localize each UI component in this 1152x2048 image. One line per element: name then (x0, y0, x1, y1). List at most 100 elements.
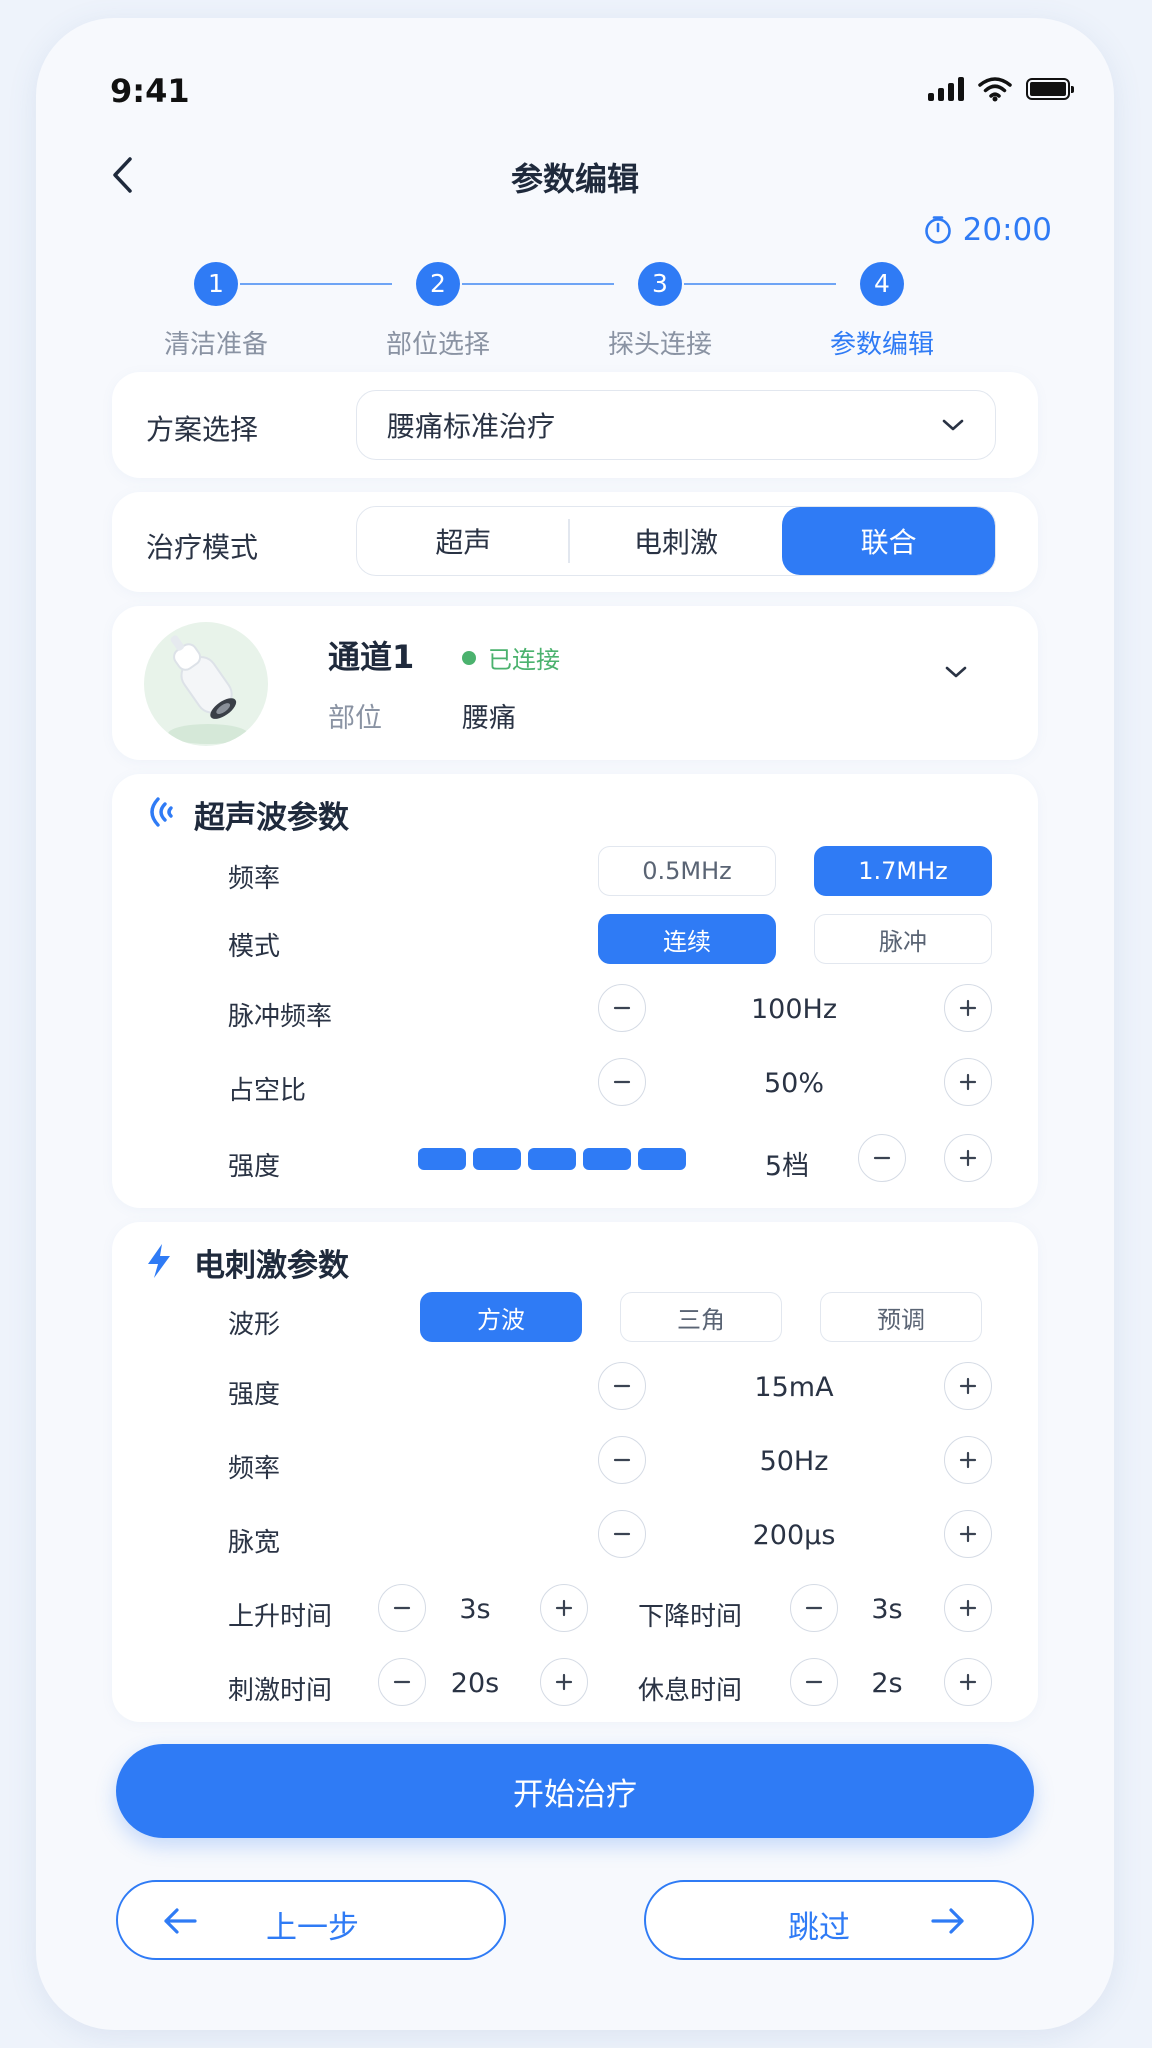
param-value: 200μs (752, 1520, 836, 1551)
plan-select[interactable]: 腰痛标准治疗 (356, 390, 996, 460)
param-label: 休息时间 (638, 1676, 743, 1706)
minus-icon (613, 1006, 631, 1010)
waveform-option-preset[interactable]: 预调 (820, 1292, 982, 1342)
part-value: 腰痛 (462, 703, 516, 734)
step-label: 部位选择 (385, 330, 490, 360)
decrease-button[interactable] (790, 1584, 838, 1632)
minus-icon (613, 1458, 631, 1462)
ultrasound-wave-icon (150, 797, 173, 827)
step-number: 2 (416, 262, 460, 306)
increase-button[interactable] (540, 1584, 588, 1632)
decrease-button[interactable] (598, 1510, 646, 1558)
section-title: 电刺激参数 (194, 1248, 349, 1284)
param-value: 100Hz (750, 994, 837, 1025)
decrease-button[interactable] (378, 1658, 426, 1706)
intensity-level-bar (418, 1148, 466, 1170)
increase-button[interactable] (944, 984, 992, 1032)
param-label: 模式 (228, 932, 281, 962)
status-dot-icon (462, 650, 476, 665)
frequency-option-1-7mhz[interactable]: 1.7MHz (814, 846, 992, 896)
us-mode-option-continuous[interactable]: 连续 (598, 914, 776, 964)
param-label: 强度 (228, 1380, 281, 1410)
param-label: 下降时间 (638, 1602, 743, 1632)
mode-option-estim[interactable]: 电刺激 (570, 507, 783, 575)
waveform-option-triangle[interactable]: 三角 (620, 1292, 782, 1342)
step-label: 参数编辑 (829, 330, 934, 360)
param-value: 50Hz (759, 1446, 829, 1477)
channel-card[interactable]: 通道1 已连接 部位 腰痛 (112, 606, 1038, 760)
intensity-level-bar (473, 1148, 521, 1170)
plus-icon (959, 999, 977, 1017)
countdown-timer: 20:00 (923, 212, 1052, 248)
chevron-down-icon (942, 419, 964, 431)
step-1[interactable]: 1 清洁准备 (126, 262, 306, 361)
skip-label: 跳过 (788, 1910, 850, 1946)
increase-button[interactable] (944, 1058, 992, 1106)
probe-image (144, 622, 268, 746)
signal-icon (928, 77, 964, 101)
decrease-button[interactable] (598, 984, 646, 1032)
param-value: 2s (871, 1668, 903, 1699)
plus-icon (959, 1451, 977, 1469)
part-label: 部位 (328, 703, 382, 734)
status-icons (928, 76, 1074, 102)
param-label: 波形 (228, 1310, 281, 1340)
step-label: 探头连接 (607, 330, 712, 360)
decrease-button[interactable] (790, 1658, 838, 1706)
minus-icon (613, 1532, 631, 1536)
step-2[interactable]: 2 部位选择 (348, 262, 528, 361)
minus-icon (805, 1680, 823, 1684)
param-label: 占空比 (228, 1076, 307, 1106)
lightning-icon (148, 1244, 170, 1278)
increase-button[interactable] (540, 1658, 588, 1706)
connection-status: 已连接 (462, 640, 560, 675)
minus-icon (873, 1156, 891, 1160)
mode-segmented-control: 超声 电刺激 联合 (356, 506, 996, 576)
plan-card: 方案选择 腰痛标准治疗 (112, 372, 1038, 478)
intensity-level-bar (638, 1148, 686, 1170)
frequency-option-0-5mhz[interactable]: 0.5MHz (598, 846, 776, 896)
plus-icon (959, 1073, 977, 1091)
minus-icon (393, 1606, 411, 1610)
decrease-button[interactable] (598, 1436, 646, 1484)
plus-icon (555, 1599, 573, 1617)
decrease-button[interactable] (598, 1058, 646, 1106)
decrease-button[interactable] (378, 1584, 426, 1632)
previous-step-label: 上一步 (266, 1910, 359, 1946)
previous-step-button[interactable]: 上一步 (116, 1880, 506, 1960)
param-label: 脉冲频率 (228, 1002, 333, 1032)
mode-option-ultrasound[interactable]: 超声 (357, 507, 570, 575)
increase-button[interactable] (944, 1584, 992, 1632)
param-value: 15mA (754, 1372, 834, 1403)
param-label: 刺激时间 (228, 1676, 333, 1706)
step-number: 1 (194, 262, 238, 306)
increase-button[interactable] (944, 1658, 992, 1706)
increase-button[interactable] (944, 1362, 992, 1410)
decrease-button[interactable] (858, 1134, 906, 1182)
mode-option-combined[interactable]: 联合 (782, 507, 995, 575)
decrease-button[interactable] (598, 1362, 646, 1410)
app-screen: 9:41 参数编辑 20:00 1 清洁准备 2 部位选择 3 探头连接 4 参… (36, 18, 1114, 2030)
plus-icon (959, 1525, 977, 1543)
start-treatment-button[interactable]: 开始治疗 (116, 1744, 1034, 1838)
step-3[interactable]: 3 探头连接 (570, 262, 750, 361)
plus-icon (959, 1149, 977, 1167)
increase-button[interactable] (944, 1134, 992, 1182)
estim-params-card: 电刺激参数 波形 方波 三角 预调 强度 15mA 频率 50Hz 脉宽 200… (112, 1222, 1038, 1722)
plus-icon (959, 1673, 977, 1691)
param-value: 5档 (764, 1151, 810, 1182)
step-4[interactable]: 4 参数编辑 (792, 262, 972, 361)
arrow-right-icon (931, 1908, 964, 1934)
channel-expand[interactable] (944, 664, 968, 683)
param-label: 脉宽 (228, 1528, 281, 1558)
minus-icon (613, 1080, 631, 1084)
waveform-option-square[interactable]: 方波 (420, 1292, 582, 1342)
arrow-left-icon (164, 1908, 197, 1934)
us-mode-option-pulse[interactable]: 脉冲 (814, 914, 992, 964)
minus-icon (805, 1606, 823, 1610)
battery-icon (1026, 78, 1074, 100)
increase-button[interactable] (944, 1510, 992, 1558)
increase-button[interactable] (944, 1436, 992, 1484)
skip-button[interactable]: 跳过 (644, 1880, 1034, 1960)
step-number: 4 (860, 262, 904, 306)
